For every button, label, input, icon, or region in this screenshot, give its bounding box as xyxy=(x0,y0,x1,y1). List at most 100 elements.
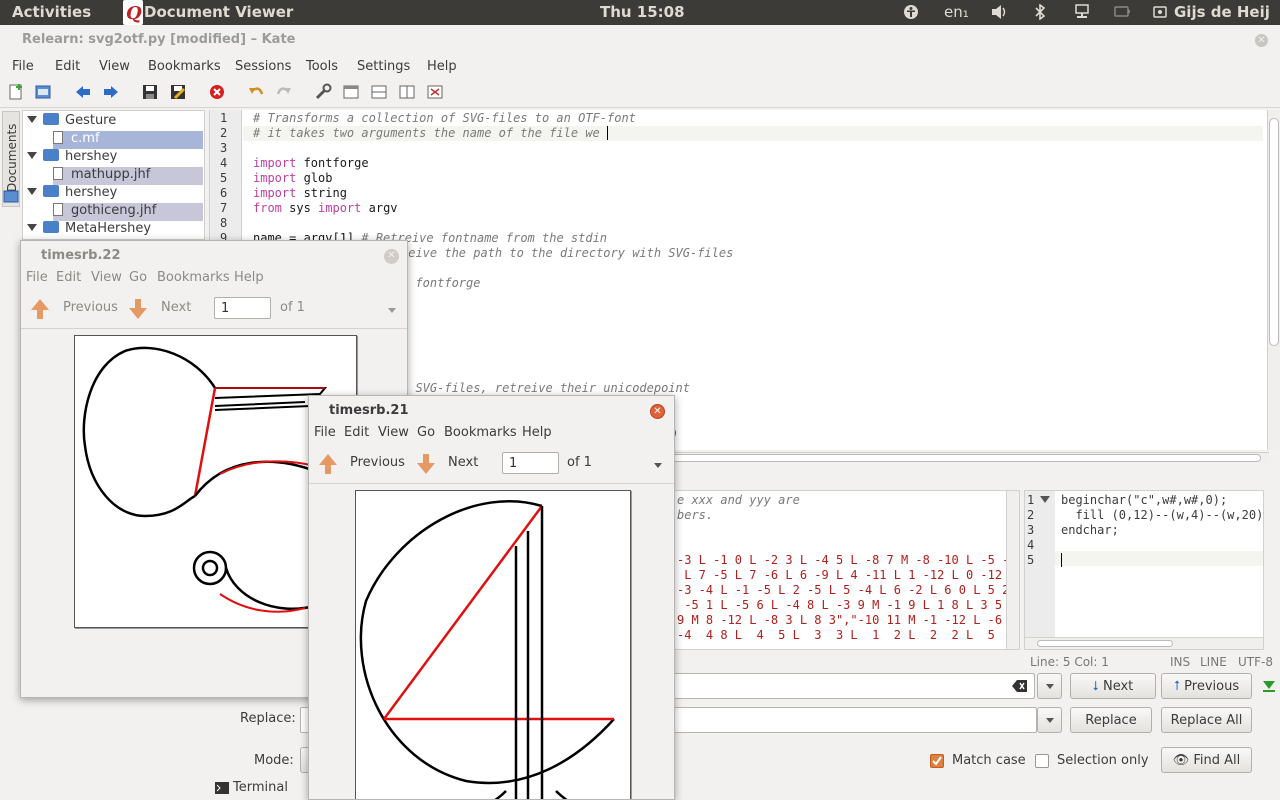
battery-icon[interactable] xyxy=(1114,4,1130,24)
menu-file[interactable]: File xyxy=(26,270,48,285)
tree-file-gothiceng[interactable]: gothiceng.jhf xyxy=(53,203,203,221)
lower-vertical-scrollbar[interactable] xyxy=(1006,491,1019,649)
line-number-gutter: 1 2 3 4 5 xyxy=(1025,491,1055,649)
previous-page-icon[interactable] xyxy=(31,299,49,321)
filesystem-browser-icon[interactable] xyxy=(2,189,20,205)
tree-file-mathupp[interactable]: mathupp.jhf xyxy=(53,167,203,185)
replace-history-dropdown[interactable] xyxy=(1037,707,1062,733)
next-page-button[interactable]: Next xyxy=(161,300,191,315)
menu-sessions[interactable]: Sessions xyxy=(235,59,291,74)
bluetooth-icon[interactable] xyxy=(1034,3,1046,24)
menu-view[interactable]: View xyxy=(378,425,409,440)
menu-file[interactable]: File xyxy=(314,425,336,440)
match-case-label[interactable]: Match case xyxy=(952,753,1026,768)
menu-bookmarks[interactable]: Bookmarks xyxy=(148,59,221,74)
menu-bookmarks[interactable]: Bookmarks xyxy=(444,425,517,440)
user-menu[interactable]: Gijs de Heij xyxy=(1174,3,1270,21)
previous-page-icon[interactable] xyxy=(319,454,337,476)
match-case-checkbox[interactable] xyxy=(930,754,944,768)
open-document-icon[interactable] xyxy=(33,83,53,103)
clear-search-icon[interactable] xyxy=(1012,679,1028,697)
menu-go[interactable]: Go xyxy=(417,425,435,440)
save-as-icon[interactable] xyxy=(168,83,188,103)
menu-help[interactable]: Help xyxy=(234,270,264,285)
tree-folder-hershey[interactable]: hershey xyxy=(27,149,117,167)
selection-only-checkbox[interactable] xyxy=(1035,754,1049,768)
lower-code-view[interactable]: e xxx and yyy are bers. -3 L -1 0 L -2 3… xyxy=(640,490,1031,650)
menu-help[interactable]: Help xyxy=(522,425,552,440)
zoom-dropdown-arrow-icon[interactable] xyxy=(654,463,662,468)
collapse-find-bar-icon[interactable] xyxy=(1262,678,1276,696)
page-number-input[interactable]: 1 xyxy=(214,297,271,319)
viewer-titlebar[interactable]: timesrb.22 ✕ xyxy=(21,241,407,271)
replace-all-button[interactable]: Replace All xyxy=(1161,707,1252,733)
viewer-titlebar[interactable]: timesrb.21 ✕ xyxy=(309,396,674,426)
metafont-horizontal-scrollbar[interactable] xyxy=(1024,637,1264,650)
new-document-icon[interactable] xyxy=(6,83,26,103)
keyboard-layout-indicator[interactable]: en₁ xyxy=(944,3,969,21)
menu-view[interactable]: View xyxy=(91,270,122,285)
insert-mode[interactable]: INS xyxy=(1170,655,1190,669)
menu-help[interactable]: Help xyxy=(427,59,457,74)
network-icon[interactable] xyxy=(1074,4,1090,24)
menu-bookmarks[interactable]: Bookmarks xyxy=(157,270,230,285)
search-input[interactable] xyxy=(640,673,1035,699)
volume-icon[interactable] xyxy=(991,4,1009,24)
search-history-dropdown[interactable] xyxy=(1037,673,1062,699)
tree-file-c-mf[interactable]: c.mf xyxy=(53,131,203,149)
fold-arrow-icon[interactable] xyxy=(1040,496,1050,503)
app-menu-title[interactable]: Document Viewer xyxy=(144,3,293,21)
close-icon[interactable]: ✕ xyxy=(1255,34,1268,47)
menu-view[interactable]: View xyxy=(99,59,130,74)
code-text: string xyxy=(296,186,347,200)
tree-folder-metahershey[interactable]: MetaHershey xyxy=(27,221,151,239)
wrench-icon[interactable] xyxy=(313,83,333,103)
editor-vertical-scrollbar[interactable] xyxy=(1267,110,1280,450)
split-none-icon[interactable] xyxy=(341,83,361,103)
close-icon[interactable]: ✕ xyxy=(650,404,665,419)
kate-titlebar[interactable]: Relearn: svg2otf.py [modified] – Kate ✕ xyxy=(0,25,1280,55)
next-page-icon[interactable] xyxy=(129,299,147,321)
redo-icon[interactable] xyxy=(274,83,294,103)
scrollbar-thumb[interactable] xyxy=(1269,118,1279,346)
metafont-editor[interactable]: 1 2 3 4 5 beginchar("c",w#,w#,0); fill (… xyxy=(1024,490,1264,650)
find-previous-button[interactable]: ⭡ Previous xyxy=(1161,673,1252,699)
accessibility-icon[interactable] xyxy=(903,4,919,24)
tree-folder-hershey-2[interactable]: hershey xyxy=(27,185,117,203)
menu-edit[interactable]: Edit xyxy=(55,59,80,74)
document-viewer-app-icon[interactable]: Q xyxy=(123,0,143,25)
page-number-input[interactable]: 1 xyxy=(502,452,559,474)
selection-only-label[interactable]: Selection only xyxy=(1057,753,1149,768)
replace-button[interactable]: Replace xyxy=(1070,707,1152,733)
selection-mode[interactable]: LINE xyxy=(1200,655,1227,669)
menu-file[interactable]: File xyxy=(12,59,34,74)
find-all-button[interactable]: 👁 Find All xyxy=(1161,747,1252,773)
close-split-icon[interactable] xyxy=(425,83,445,103)
next-page-button[interactable]: Next xyxy=(448,455,478,470)
menu-settings[interactable]: Settings xyxy=(357,59,410,74)
close-icon[interactable]: ✕ xyxy=(384,249,399,264)
scrollbar-thumb[interactable] xyxy=(1037,640,1173,647)
tree-folder-gesture[interactable]: Gesture xyxy=(27,113,116,131)
previous-page-button[interactable]: Previous xyxy=(63,300,118,315)
save-icon[interactable] xyxy=(140,83,160,103)
menu-tools[interactable]: Tools xyxy=(306,59,338,74)
menu-edit[interactable]: Edit xyxy=(344,425,369,440)
zoom-dropdown-arrow-icon[interactable] xyxy=(388,308,396,313)
split-horizontal-icon[interactable] xyxy=(369,83,389,103)
viewer-canvas[interactable] xyxy=(309,485,674,799)
forward-arrow-icon[interactable] xyxy=(101,83,121,103)
close-document-icon[interactable] xyxy=(207,83,227,103)
menu-go[interactable]: Go xyxy=(129,270,147,285)
next-page-icon[interactable] xyxy=(417,454,435,476)
previous-page-button[interactable]: Previous xyxy=(350,455,405,470)
undo-icon[interactable] xyxy=(246,83,266,103)
encoding[interactable]: UTF-8 xyxy=(1238,655,1273,669)
menu-edit[interactable]: Edit xyxy=(56,270,81,285)
clock[interactable]: Thu 15:08 xyxy=(600,3,685,21)
user-icon[interactable] xyxy=(1153,4,1167,24)
find-next-button[interactable]: ⭣ Next xyxy=(1070,673,1156,699)
split-vertical-icon[interactable] xyxy=(397,83,417,103)
activities-button[interactable]: Activities xyxy=(12,3,91,21)
back-arrow-icon[interactable] xyxy=(73,83,93,103)
